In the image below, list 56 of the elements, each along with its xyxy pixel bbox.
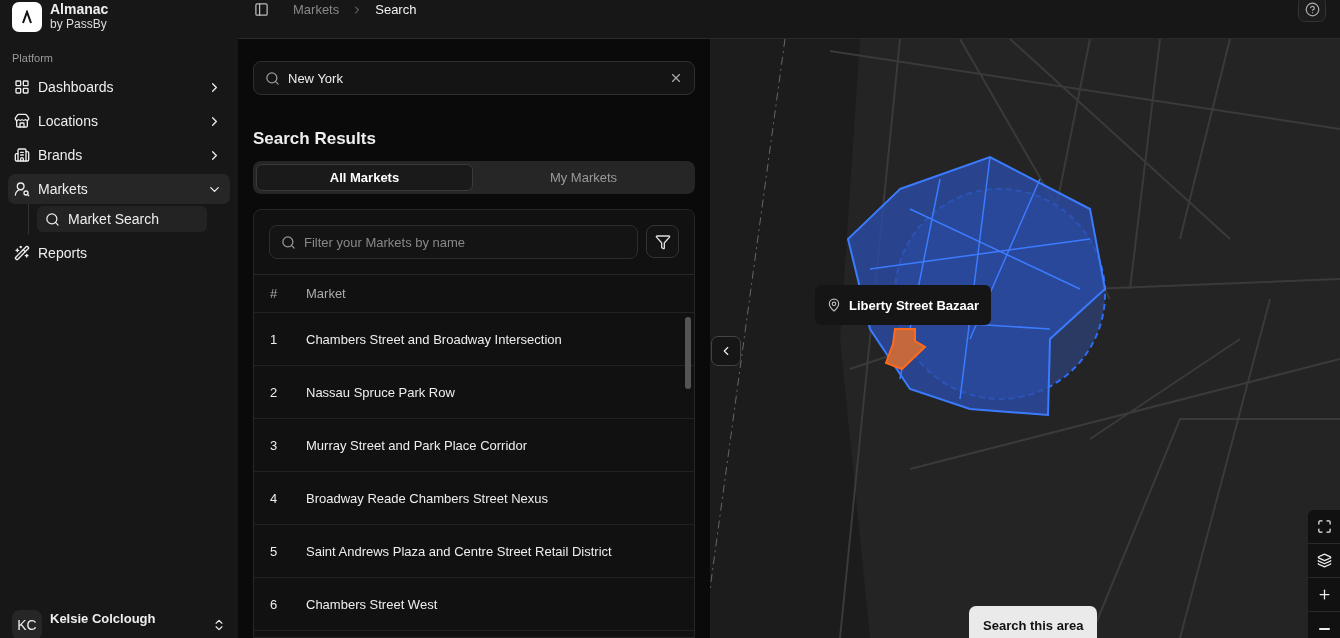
search-icon: [281, 235, 296, 250]
table-cell-text: Broadway Reade Chambers Street Nexus: [306, 490, 550, 506]
table-cell-text: 5: [270, 543, 279, 559]
nav-item[interactable]: Markets: [8, 174, 230, 204]
filter-field[interactable]: Filter your Markets by name: [269, 225, 638, 259]
section-label: Platform: [12, 52, 54, 64]
clear-icon[interactable]: [669, 71, 683, 85]
help-icon: [1304, 1, 1320, 17]
table-cell-text: 3: [270, 437, 279, 453]
tooltip-text: Liberty Street Bazaar: [849, 297, 980, 313]
scrollbar-thumb[interactable]: [685, 317, 691, 389]
user-name: Kelsie Colclough: [50, 610, 157, 626]
nav-item[interactable]: Dashboards: [8, 72, 230, 102]
person-pin-icon: [14, 181, 30, 197]
column-header: #: [270, 286, 279, 301]
table-cell-text: 6: [270, 596, 279, 612]
brand-name: Almanac: [50, 2, 109, 17]
search-icon: [45, 211, 60, 227]
pin-icon: [827, 298, 841, 312]
search-field[interactable]: New York: [253, 61, 695, 95]
help-button[interactable]: [1298, 0, 1326, 22]
nav-subitem[interactable]: Market Search: [37, 206, 207, 232]
tab[interactable]: My Markets: [475, 164, 692, 191]
map[interactable]: Liberty Street Bazaar Search this area: [710, 39, 1340, 638]
selected-area-drawing: [884, 328, 927, 371]
user-avatar: KC: [12, 610, 42, 638]
filter-button[interactable]: [646, 225, 679, 258]
table-cell-text: Saint Andrews Plaza and Centre Street Retail District: [306, 543, 613, 559]
breadcrumb[interactable]: Markets: [293, 2, 340, 17]
search-area-button[interactable]: Search this area: [969, 606, 1098, 638]
breadcrumb[interactable]: Search: [375, 2, 417, 17]
table-cell-text: 4: [270, 490, 279, 506]
results-title: Search Results: [253, 129, 377, 149]
column-header: Market: [306, 286, 347, 301]
table-cell-text: Murray Street and Park Place Corridor: [306, 437, 529, 453]
fullscreen-icon: [1316, 519, 1332, 534]
magic-wand-icon: [14, 245, 30, 261]
table-cell-text: Chambers Street West: [306, 596, 439, 612]
building-icon: [14, 147, 30, 163]
table-cell-text: Nassau Spruce Park Row: [306, 384, 456, 400]
nav-item[interactable]: Locations: [8, 106, 230, 136]
search-icon: [265, 71, 280, 86]
nav-item[interactable]: Reports: [8, 238, 230, 268]
table-cell-text: 1: [270, 331, 279, 347]
layers-icon: [1316, 553, 1332, 568]
nav-item[interactable]: Brands: [8, 140, 230, 170]
table-cell-text: 2: [270, 384, 279, 400]
storefront-icon: [14, 113, 30, 129]
sidebar-toggle-icon[interactable]: [254, 2, 269, 17]
plus-icon: [1316, 587, 1332, 602]
minus-icon: [1318, 627, 1330, 630]
tab[interactable]: All Markets: [256, 164, 473, 191]
table-cell-text: Chambers Street and Broadway Intersection: [306, 331, 563, 347]
brand-subtitle: by PassBy: [50, 17, 108, 32]
filter-icon: [654, 233, 671, 250]
dashboard-grid-icon: [14, 79, 30, 95]
